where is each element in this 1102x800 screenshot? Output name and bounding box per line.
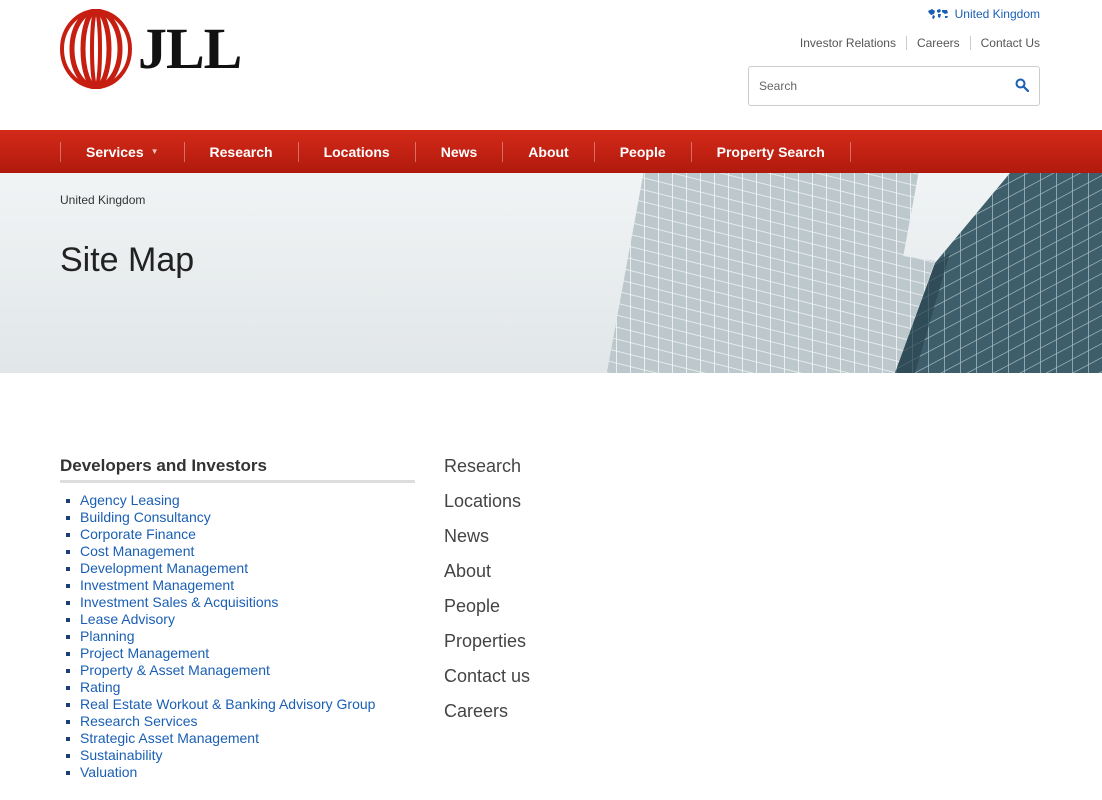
nav-news[interactable]: News: [414, 141, 503, 162]
sitemap-contact-us-link[interactable]: Contact us: [444, 664, 530, 699]
sitemap-link-corporate-finance[interactable]: Corporate Finance: [80, 526, 196, 542]
sitemap-link-agency-leasing[interactable]: Agency Leasing: [80, 492, 180, 508]
sitemap-people-link[interactable]: People: [444, 594, 530, 629]
list-item: Project Management: [65, 645, 375, 662]
list-item: Agency Leasing: [65, 492, 375, 509]
nav-services-label: Services: [86, 143, 144, 160]
list-item: Investment Sales & Acquisitions: [65, 594, 375, 611]
list-item: Strategic Asset Management: [65, 730, 375, 747]
sitemap-link-strategic-asset-management[interactable]: Strategic Asset Management: [80, 730, 259, 746]
sitemap-link-investment-management[interactable]: Investment Management: [80, 577, 234, 593]
country-label: United Kingdom: [954, 7, 1040, 21]
section-heading-developers-investors: Developers and Investors: [60, 456, 415, 483]
logo-wordmark: JLL: [138, 16, 242, 81]
list-item: Lease Advisory: [65, 611, 375, 628]
nav-people[interactable]: People: [593, 141, 691, 162]
sitemap-link-building-consultancy[interactable]: Building Consultancy: [80, 509, 211, 525]
contact-us-link[interactable]: Contact Us: [969, 36, 1040, 50]
list-item: Investment Management: [65, 577, 375, 594]
sitemap-link-cost-management[interactable]: Cost Management: [80, 543, 194, 559]
list-item: Sustainability: [65, 747, 375, 764]
search-box: [748, 66, 1040, 106]
world-map-icon: [927, 9, 948, 19]
nav-about[interactable]: About: [502, 141, 593, 162]
sitemap-side-links: Research Locations News About People Pro…: [444, 454, 530, 734]
list-item: Building Consultancy: [65, 509, 375, 526]
sitemap-properties-link[interactable]: Properties: [444, 629, 530, 664]
site-header: JLL United Kingdom Investor Relations Ca…: [0, 0, 1102, 130]
page-title: Site Map: [60, 241, 195, 279]
breadcrumb[interactable]: United Kingdom: [60, 193, 145, 207]
list-item: Cost Management: [65, 543, 375, 560]
careers-link[interactable]: Careers: [905, 36, 970, 50]
list-item: Rating: [65, 679, 375, 696]
sitemap-link-development-management[interactable]: Development Management: [80, 560, 248, 576]
sitemap-news-link[interactable]: News: [444, 524, 530, 559]
sitemap-link-real-estate-workout[interactable]: Real Estate Workout & Banking Advisory G…: [80, 696, 375, 712]
list-item: Planning: [65, 628, 375, 645]
sitemap-link-investment-sales[interactable]: Investment Sales & Acquisitions: [80, 594, 278, 610]
sitemap-research-link[interactable]: Research: [444, 454, 530, 489]
list-item: Corporate Finance: [65, 526, 375, 543]
sitemap-link-project-management[interactable]: Project Management: [80, 645, 209, 661]
search-input[interactable]: [749, 79, 999, 93]
sitemap-link-research-services[interactable]: Research Services: [80, 713, 198, 729]
caret-down-icon: ▼: [150, 146, 159, 156]
jll-logo[interactable]: JLL: [60, 8, 250, 90]
sitemap-link-planning[interactable]: Planning: [80, 628, 135, 644]
sitemap-link-property-asset-management[interactable]: Property & Asset Management: [80, 662, 270, 678]
list-item: Real Estate Workout & Banking Advisory G…: [65, 696, 375, 713]
list-item: Valuation: [65, 764, 375, 781]
sitemap-link-sustainability[interactable]: Sustainability: [80, 747, 163, 763]
sitemap-careers-link[interactable]: Careers: [444, 699, 530, 734]
search-icon[interactable]: [1015, 78, 1029, 92]
investor-relations-link[interactable]: Investor Relations: [790, 36, 906, 50]
sitemap-link-rating[interactable]: Rating: [80, 679, 120, 695]
sitemap-link-lease-advisory[interactable]: Lease Advisory: [80, 611, 175, 627]
nav-research[interactable]: Research: [183, 141, 298, 162]
nav-property-search[interactable]: Property Search: [690, 141, 851, 162]
logo-mark-icon: [60, 9, 132, 89]
list-item: Development Management: [65, 560, 375, 577]
list-item: Research Services: [65, 713, 375, 730]
main-nav: Services ▼ Research Locations News About…: [0, 130, 1102, 173]
nav-services[interactable]: Services ▼: [60, 141, 184, 162]
utility-nav: Investor Relations Careers Contact Us: [790, 36, 1040, 50]
hero-banner: United Kingdom Site Map: [0, 173, 1102, 373]
list-item: Property & Asset Management: [65, 662, 375, 679]
nav-locations[interactable]: Locations: [297, 141, 415, 162]
services-link-list: Agency Leasing Building Consultancy Corp…: [65, 492, 375, 781]
sitemap-about-link[interactable]: About: [444, 559, 530, 594]
sitemap-locations-link[interactable]: Locations: [444, 489, 530, 524]
country-selector[interactable]: United Kingdom: [927, 7, 1040, 21]
sitemap-link-valuation[interactable]: Valuation: [80, 764, 137, 780]
